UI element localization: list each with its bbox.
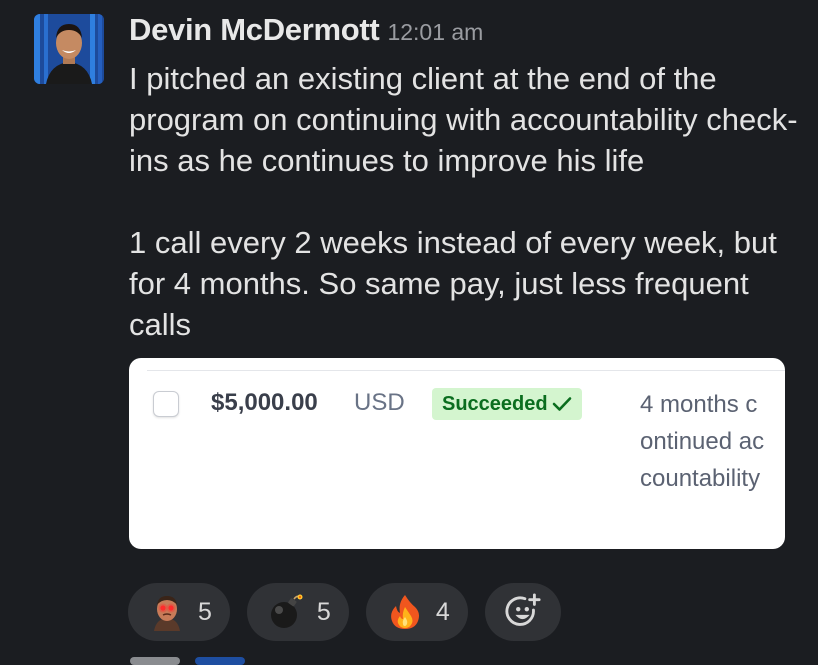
payment-description: 4 months continued accountability	[640, 391, 765, 492]
reactions-bar: 5 5 4	[128, 583, 561, 641]
fire-emoji-icon	[386, 593, 424, 631]
next-message-avatar-peek	[130, 657, 180, 665]
payment-amount: $5,000.00	[211, 389, 318, 416]
reaction-count: 4	[435, 597, 450, 626]
message-timestamp[interactable]: 12:01 am	[387, 19, 483, 45]
row-checkbox	[153, 391, 179, 417]
reaction-count: 5	[316, 597, 331, 626]
status-badge: Succeeded	[432, 388, 582, 420]
message-paragraph: I pitched an existing client at the end …	[129, 61, 798, 178]
checkmark-icon	[552, 397, 571, 411]
add-reaction-icon	[504, 593, 542, 631]
next-message-avatar-peek	[195, 657, 245, 665]
payment-currency: USD	[354, 389, 405, 416]
angry-man-emoji-icon	[148, 593, 186, 631]
reaction-count: 5	[198, 597, 212, 626]
message-body: I pitched an existing client at the end …	[129, 58, 809, 345]
avatar[interactable]	[34, 14, 104, 84]
reaction-angry-man[interactable]: 5	[128, 583, 230, 641]
author-name[interactable]: Devin McDermott	[129, 12, 380, 47]
row-divider	[147, 370, 785, 371]
message-paragraph: 1 call every 2 weeks instead of every we…	[129, 225, 777, 342]
payment-screenshot[interactable]: $5,000.00 USD Succeeded 4 months continu…	[129, 358, 785, 549]
bomb-emoji-icon	[267, 593, 305, 631]
message: Devin McDermott 12:01 am I pitched an exi…	[0, 0, 818, 665]
reaction-bomb[interactable]: 5	[246, 583, 349, 641]
add-reaction-button[interactable]	[484, 583, 561, 641]
status-label: Succeeded	[442, 392, 548, 415]
message-header: Devin McDermott 12:01 am	[129, 12, 483, 48]
reaction-fire[interactable]: 4	[365, 583, 468, 641]
